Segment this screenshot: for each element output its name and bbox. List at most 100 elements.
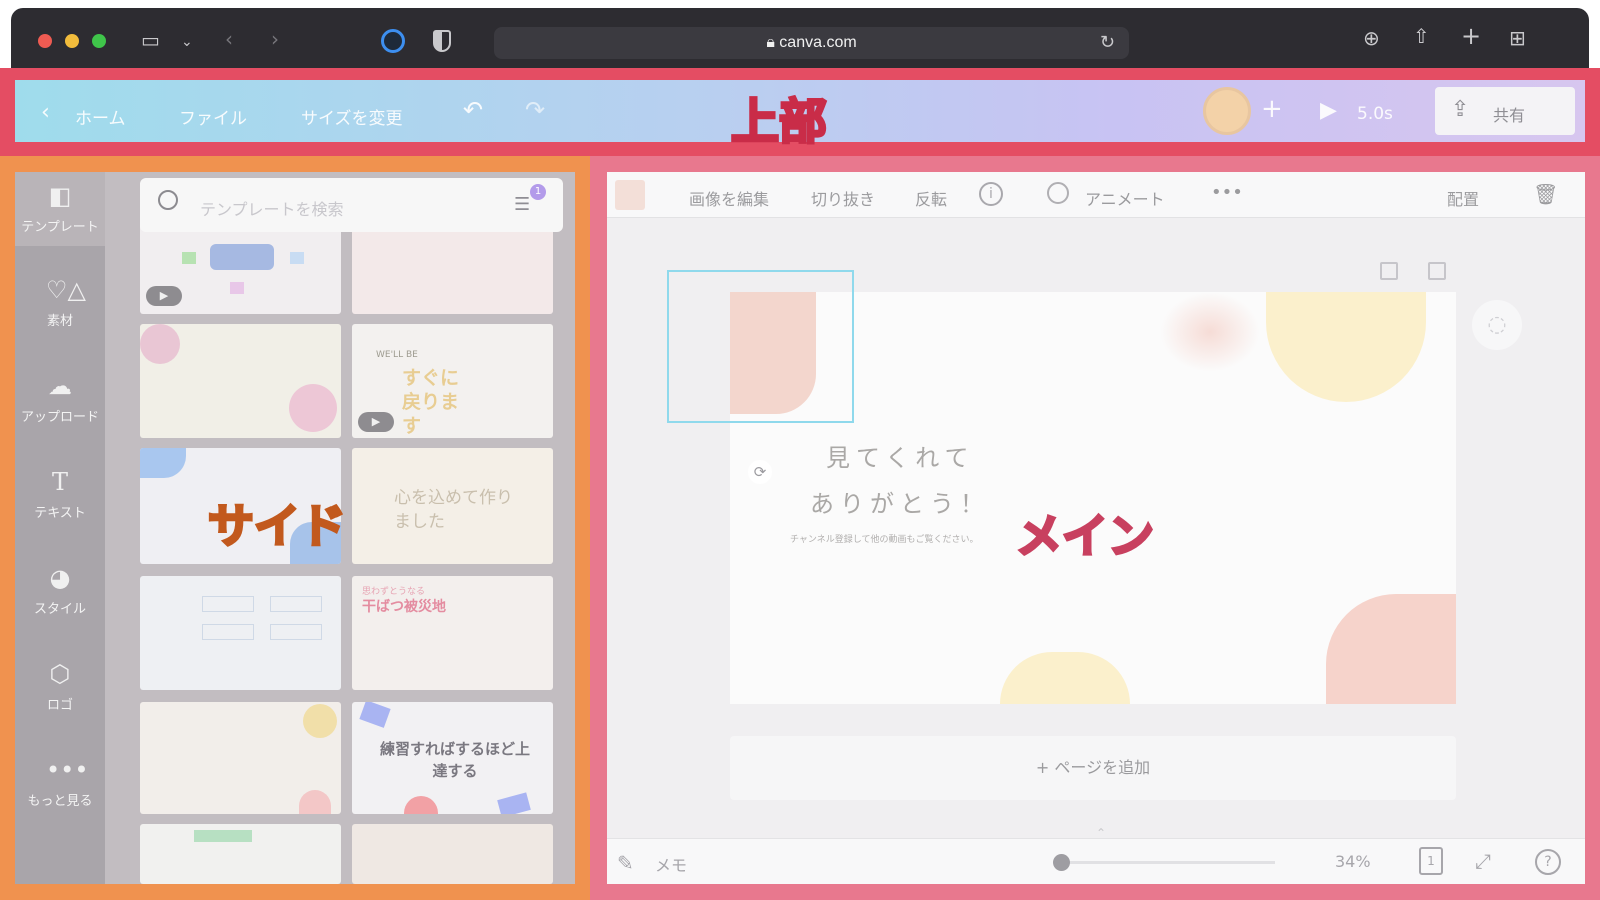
duplicate-page-icon[interactable] bbox=[1380, 262, 1398, 280]
share-button[interactable]: ⇪ 共有 bbox=[1435, 87, 1575, 135]
editor-header: ‹ ホーム ファイル サイズを変更 ↶ ↷ 上部 + ▶ 5.0s ⇪ 共有 bbox=[15, 80, 1585, 152]
main-region-label: メイン bbox=[1015, 508, 1156, 565]
share-icon[interactable]: ⇧ bbox=[1413, 26, 1430, 46]
password-manager-icon[interactable] bbox=[381, 29, 405, 53]
add-page-icon[interactable] bbox=[1428, 262, 1446, 280]
rail-item-elements[interactable]: ♡△ 素材 bbox=[15, 266, 105, 362]
template-thumb-9[interactable] bbox=[140, 702, 341, 814]
template-thumb-6[interactable]: 心を込めて作りました bbox=[352, 448, 553, 564]
template-thumb-10[interactable]: 練習すればするほど上達する bbox=[352, 702, 553, 814]
rail-item-label: アップロード bbox=[20, 410, 99, 425]
rail-item-label: スタイル bbox=[33, 602, 86, 617]
template-search-input[interactable]: テンプレートを検索 ☰ 1 bbox=[140, 178, 563, 232]
undo-icon[interactable]: ↶ bbox=[463, 96, 483, 124]
rail-item-label: もっと見る bbox=[27, 794, 93, 809]
reload-icon[interactable]: ↻ bbox=[1100, 33, 1115, 53]
top-region-label: 上部 bbox=[729, 93, 828, 152]
rail-item-template[interactable]: ◧ テンプレート bbox=[15, 172, 105, 246]
share-label: 共有 bbox=[1493, 106, 1526, 125]
chevron-down-icon[interactable]: ⌄ bbox=[181, 32, 193, 52]
maximize-window-button[interactable] bbox=[92, 34, 106, 48]
url-text: 🔒︎ canva.com bbox=[766, 34, 857, 51]
rail-item-label: テキスト bbox=[34, 506, 86, 521]
editor-footer: ✎ メモ 34% 1 ⤢ ? bbox=[607, 838, 1585, 884]
rail-item-style[interactable]: ◕ スタイル bbox=[15, 554, 105, 650]
color-swatch[interactable] bbox=[615, 180, 645, 210]
template-thumb-8[interactable]: 思わずとうなる 干ばつ被災地 bbox=[352, 576, 553, 690]
forward-icon[interactable]: › bbox=[271, 29, 279, 49]
add-page-button[interactable]: + ページを追加 bbox=[730, 736, 1456, 800]
template-thumb-3[interactable] bbox=[140, 324, 341, 438]
sidebar-toggle-icon[interactable]: ▭ bbox=[141, 30, 160, 50]
play-duration[interactable]: 5.0s bbox=[1357, 104, 1393, 124]
flip-button[interactable]: 反転 bbox=[915, 186, 947, 210]
redo-icon[interactable]: ↷ bbox=[525, 96, 545, 124]
zoom-slider[interactable] bbox=[1053, 854, 1275, 871]
rail-item-logo[interactable]: ⬡ ロゴ bbox=[15, 650, 105, 746]
position-button[interactable]: 配置 bbox=[1447, 186, 1479, 210]
comment-icon[interactable]: ◌ bbox=[1472, 300, 1522, 350]
canvas-title-line1[interactable]: 見てくれて bbox=[826, 438, 975, 473]
search-placeholder: テンプレートを検索 bbox=[200, 200, 344, 219]
lock-icon: 🔒︎ bbox=[766, 34, 780, 51]
info-icon[interactable]: i bbox=[979, 182, 1003, 206]
filter-icon[interactable]: ☰ bbox=[514, 194, 530, 215]
template-icon: ◧ bbox=[48, 182, 72, 210]
trash-icon[interactable]: 🗑︎ bbox=[1533, 182, 1558, 206]
template-thumb-12[interactable] bbox=[352, 824, 553, 884]
side-region-label: サイド bbox=[207, 498, 348, 555]
zoom-slider-handle[interactable] bbox=[1053, 854, 1070, 871]
search-icon bbox=[158, 190, 178, 210]
page-count-button[interactable]: 1 bbox=[1419, 847, 1443, 875]
zoom-level[interactable]: 34% bbox=[1335, 852, 1371, 871]
help-icon[interactable]: ? bbox=[1535, 849, 1561, 875]
template-thumb-7[interactable] bbox=[140, 576, 341, 690]
screenshot-root: ▭ ⌄ ‹ › 🔒︎ canva.com ↻ ⊕ ⇧ + ⊞ ‹ ホーム ファイ… bbox=[0, 0, 1600, 900]
canvas-title-line2[interactable]: ありがとう！ bbox=[810, 484, 990, 519]
template-thumb-2[interactable] bbox=[352, 222, 553, 314]
text-icon: T bbox=[51, 468, 68, 496]
back-chevron-icon[interactable]: ‹ bbox=[41, 100, 50, 125]
video-play-icon: ▶ bbox=[358, 412, 394, 432]
home-button[interactable]: ホーム bbox=[75, 104, 126, 129]
more-options-icon[interactable]: ••• bbox=[1211, 182, 1243, 203]
upload-icon: ☁ bbox=[48, 372, 72, 400]
file-menu-button[interactable]: ファイル bbox=[179, 104, 247, 129]
selection-box[interactable] bbox=[667, 270, 854, 423]
thumb-text: 干ばつ被災地 bbox=[362, 599, 446, 615]
animate-button[interactable]: アニメート bbox=[1085, 186, 1165, 210]
tab-overview-icon[interactable]: ⊞ bbox=[1509, 28, 1526, 48]
notes-icon[interactable]: ✎ bbox=[617, 851, 634, 875]
more-icon: ••• bbox=[46, 756, 89, 784]
rotate-handle-icon[interactable]: ⟳ bbox=[748, 460, 772, 484]
back-icon[interactable]: ‹ bbox=[225, 29, 233, 49]
notes-button[interactable]: メモ bbox=[655, 852, 687, 876]
rail-item-label: 素材 bbox=[46, 314, 73, 329]
shield-icon[interactable] bbox=[433, 30, 451, 52]
rail-item-text[interactable]: T テキスト bbox=[15, 458, 105, 554]
editor-toolbar: 画像を編集 切り抜き 反転 i アニメート ••• 配置 🗑︎ bbox=[607, 172, 1585, 218]
play-icon[interactable]: ▶ bbox=[1320, 98, 1337, 123]
filter-badge: 1 bbox=[530, 184, 546, 200]
upload-share-icon: ⇪ bbox=[1451, 97, 1470, 122]
template-thumb-1[interactable]: ▶ bbox=[140, 222, 341, 314]
add-collaborator-icon[interactable]: + bbox=[1261, 94, 1283, 124]
palette-icon: ◕ bbox=[49, 564, 71, 592]
canvas-subtitle[interactable]: チャンネル登録して他の動画もご覧ください。 bbox=[790, 532, 978, 545]
crop-button[interactable]: 切り抜き bbox=[811, 186, 875, 210]
thumb-text: 練習すればするほど上達する bbox=[380, 740, 531, 780]
template-thumb-4[interactable]: WE'LL BE すぐに戻ります ▶ bbox=[352, 324, 553, 438]
minimize-window-button[interactable] bbox=[65, 34, 79, 48]
avatar[interactable] bbox=[1203, 87, 1251, 135]
rail-item-upload[interactable]: ☁ アップロード bbox=[15, 362, 105, 458]
resize-button[interactable]: サイズを変更 bbox=[301, 104, 403, 129]
thumb-text: WE'LL BE bbox=[376, 350, 418, 360]
edit-image-button[interactable]: 画像を編集 bbox=[689, 186, 769, 210]
download-icon[interactable]: ⊕ bbox=[1363, 28, 1380, 48]
new-tab-icon[interactable]: + bbox=[1461, 24, 1481, 48]
rail-item-more[interactable]: ••• もっと見る bbox=[15, 746, 105, 842]
address-bar[interactable]: 🔒︎ canva.com ↻ bbox=[494, 27, 1129, 59]
fullscreen-icon[interactable]: ⤢ bbox=[1475, 849, 1491, 873]
close-window-button[interactable] bbox=[38, 34, 52, 48]
template-thumb-11[interactable] bbox=[140, 824, 341, 884]
